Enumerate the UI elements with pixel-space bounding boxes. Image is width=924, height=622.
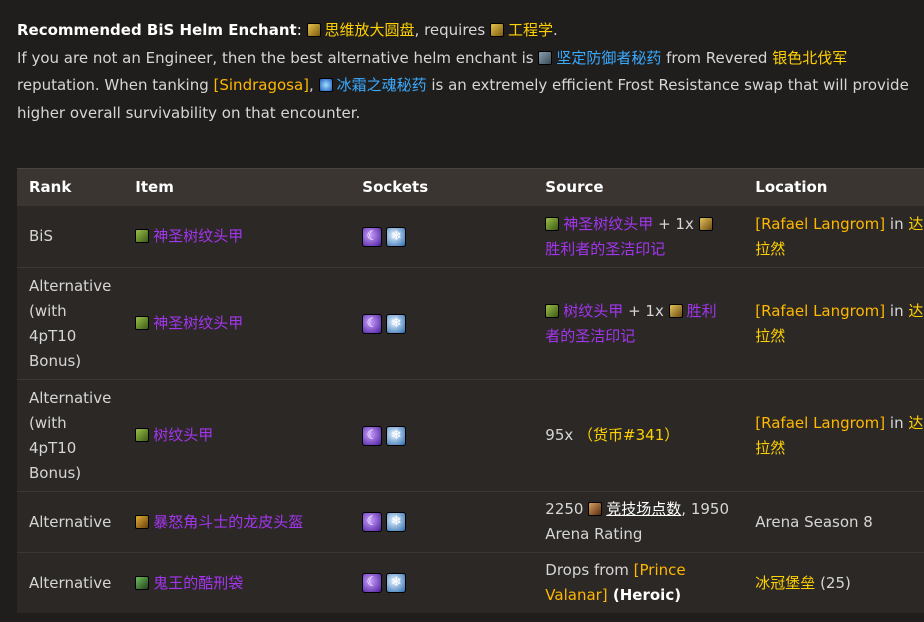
meta-gem-icon[interactable]: ☾ xyxy=(362,573,383,593)
enchant-link[interactable]: 思维放大圆盘 xyxy=(325,21,415,39)
table-row: BiS 神圣树纹头甲 ☾ ❄ 神圣树纹头甲 + 1x 胜利者的圣洁印记 [Rafa… xyxy=(17,205,924,268)
vendor-link[interactable]: [Rafael Langrom] xyxy=(755,302,885,320)
item-link[interactable]: 神圣树纹头甲 xyxy=(153,227,243,245)
rank-cell: Alternative xyxy=(17,491,124,553)
item-link[interactable]: 鬼王的酷刑袋 xyxy=(153,574,243,592)
shield-icon xyxy=(538,50,553,65)
frost-gem-icon[interactable]: ❄ xyxy=(386,313,407,334)
source-cell: 神圣树纹头甲 + 1x 胜利者的圣洁印记 xyxy=(533,205,744,268)
helm-icon xyxy=(545,303,560,318)
item-link[interactable]: 神圣树纹头甲 xyxy=(153,314,243,332)
faction-link[interactable]: 银色北伐军 xyxy=(772,49,847,67)
alt-enchant-link[interactable]: 坚定防御者秘药 xyxy=(556,49,661,67)
gear-icon xyxy=(306,23,321,37)
meta-gem-icon[interactable]: ☾ xyxy=(362,226,383,247)
item-cell: 暴怒角斗士的龙皮头盔 xyxy=(123,491,351,553)
location-cell: [Rafael Langrom] in 达拉然 xyxy=(743,205,924,268)
mark-icon xyxy=(668,303,683,318)
header-location: Location xyxy=(743,168,924,206)
rank-cell: Alternative (with 4pT10 Bonus) xyxy=(17,267,124,380)
rank-cell: BiS xyxy=(17,205,124,268)
item-cell: 神圣树纹头甲 xyxy=(123,267,351,380)
vendor-link[interactable]: [Rafael Langrom] xyxy=(755,215,885,233)
boss-link[interactable]: [Sindragosa] xyxy=(214,76,310,94)
item-cell: 树纹头甲 xyxy=(123,379,351,492)
helm-icon xyxy=(135,428,150,442)
table-row: Alternative (with 4pT10 Bonus) 树纹头甲 ☾ ❄ 9… xyxy=(17,379,924,492)
enchant-heading: Recommended BiS Helm Enchant xyxy=(17,21,297,39)
sockets-cell: ☾ ❄ xyxy=(350,552,534,613)
source-cell: 95x （货币#341） xyxy=(533,379,744,492)
helm-icon xyxy=(545,216,560,231)
rank-cell: Alternative (with 4pT10 Bonus) xyxy=(17,379,124,492)
header-source: Source xyxy=(533,168,744,206)
sockets-cell: ☾ ❄ xyxy=(350,267,534,380)
sockets-cell: ☾ ❄ xyxy=(350,491,534,553)
location-cell: 冰冠堡垒 (25) xyxy=(743,552,924,613)
item-link[interactable]: 暴怒角斗士的龙皮头盔 xyxy=(153,513,303,531)
location-cell: Arena Season 8 xyxy=(743,491,924,553)
arena-points-icon xyxy=(588,502,603,516)
vendor-link[interactable]: [Rafael Langrom] xyxy=(755,414,885,432)
gear-icon xyxy=(490,23,504,37)
meta-gem-icon[interactable]: ☾ xyxy=(362,512,383,532)
helm-icon xyxy=(135,316,150,330)
source-mark-link[interactable]: 胜利者的圣洁印记 xyxy=(545,240,665,258)
frost-item-link[interactable]: 冰霜之魂秘药 xyxy=(337,76,427,94)
meta-gem-icon[interactable]: ☾ xyxy=(362,313,383,334)
source-cell: Drops from [Prince Valanar] (Heroic) xyxy=(533,552,744,613)
arena-points-link[interactable]: 竞技场点数 xyxy=(606,500,681,518)
frost-gem-icon[interactable]: ❄ xyxy=(386,425,407,446)
table-row: Alternative 鬼王的酷刑袋 ☾ ❄ Drops from [Prince… xyxy=(17,552,924,613)
item-cell: 神圣树纹头甲 xyxy=(123,205,351,268)
table-header-row: Rank Item Sockets Source Location xyxy=(17,168,924,206)
source-cell: 树纹头甲 + 1x 胜利者的圣洁印记 xyxy=(533,267,744,380)
gear-table: Rank Item Sockets Source Location BiS 神圣… xyxy=(17,168,924,613)
frost-gem-icon[interactable]: ❄ xyxy=(386,512,407,532)
header-item: Item xyxy=(123,168,351,206)
source-item-link[interactable]: 树纹头甲 xyxy=(563,302,623,320)
dragonhide-helm-icon xyxy=(135,514,150,529)
frost-gem-icon[interactable]: ❄ xyxy=(386,573,407,593)
sockets-cell: ☾ ❄ xyxy=(350,379,534,492)
helm-icon xyxy=(135,229,150,243)
zone-link[interactable]: 冰冠堡垒 xyxy=(755,574,815,592)
table-row: Alternative (with 4pT10 Bonus) 神圣树纹头甲 ☾ ❄… xyxy=(17,267,924,380)
header-rank: Rank xyxy=(17,168,124,206)
mark-icon xyxy=(698,216,713,231)
intro-text: Recommended BiS Helm Enchant: 思维放大圆盘, re… xyxy=(17,21,909,122)
frost-icon xyxy=(318,78,333,92)
table-row: Alternative 暴怒角斗士的龙皮头盔 ☾ ❄ 2250 竞技场点数, 19… xyxy=(17,491,924,553)
profession-link[interactable]: 工程学 xyxy=(508,21,553,39)
currency-link[interactable]: （货币#341） xyxy=(578,426,679,444)
source-item-link[interactable]: 神圣树纹头甲 xyxy=(563,215,653,233)
item-cell: 鬼王的酷刑袋 xyxy=(123,552,351,613)
location-cell: [Rafael Langrom] in 达拉然 xyxy=(743,379,924,492)
rank-cell: Alternative xyxy=(17,552,124,613)
meta-gem-icon[interactable]: ☾ xyxy=(362,425,383,446)
header-sockets: Sockets xyxy=(350,168,534,206)
location-cell: [Rafael Langrom] in 达拉然 xyxy=(743,267,924,380)
source-cell: 2250 竞技场点数, 1950 Arena Rating xyxy=(533,491,744,553)
item-link[interactable]: 树纹头甲 xyxy=(153,426,213,444)
bag-icon xyxy=(135,575,150,590)
sockets-cell: ☾ ❄ xyxy=(350,205,534,268)
frost-gem-icon[interactable]: ❄ xyxy=(386,226,407,247)
